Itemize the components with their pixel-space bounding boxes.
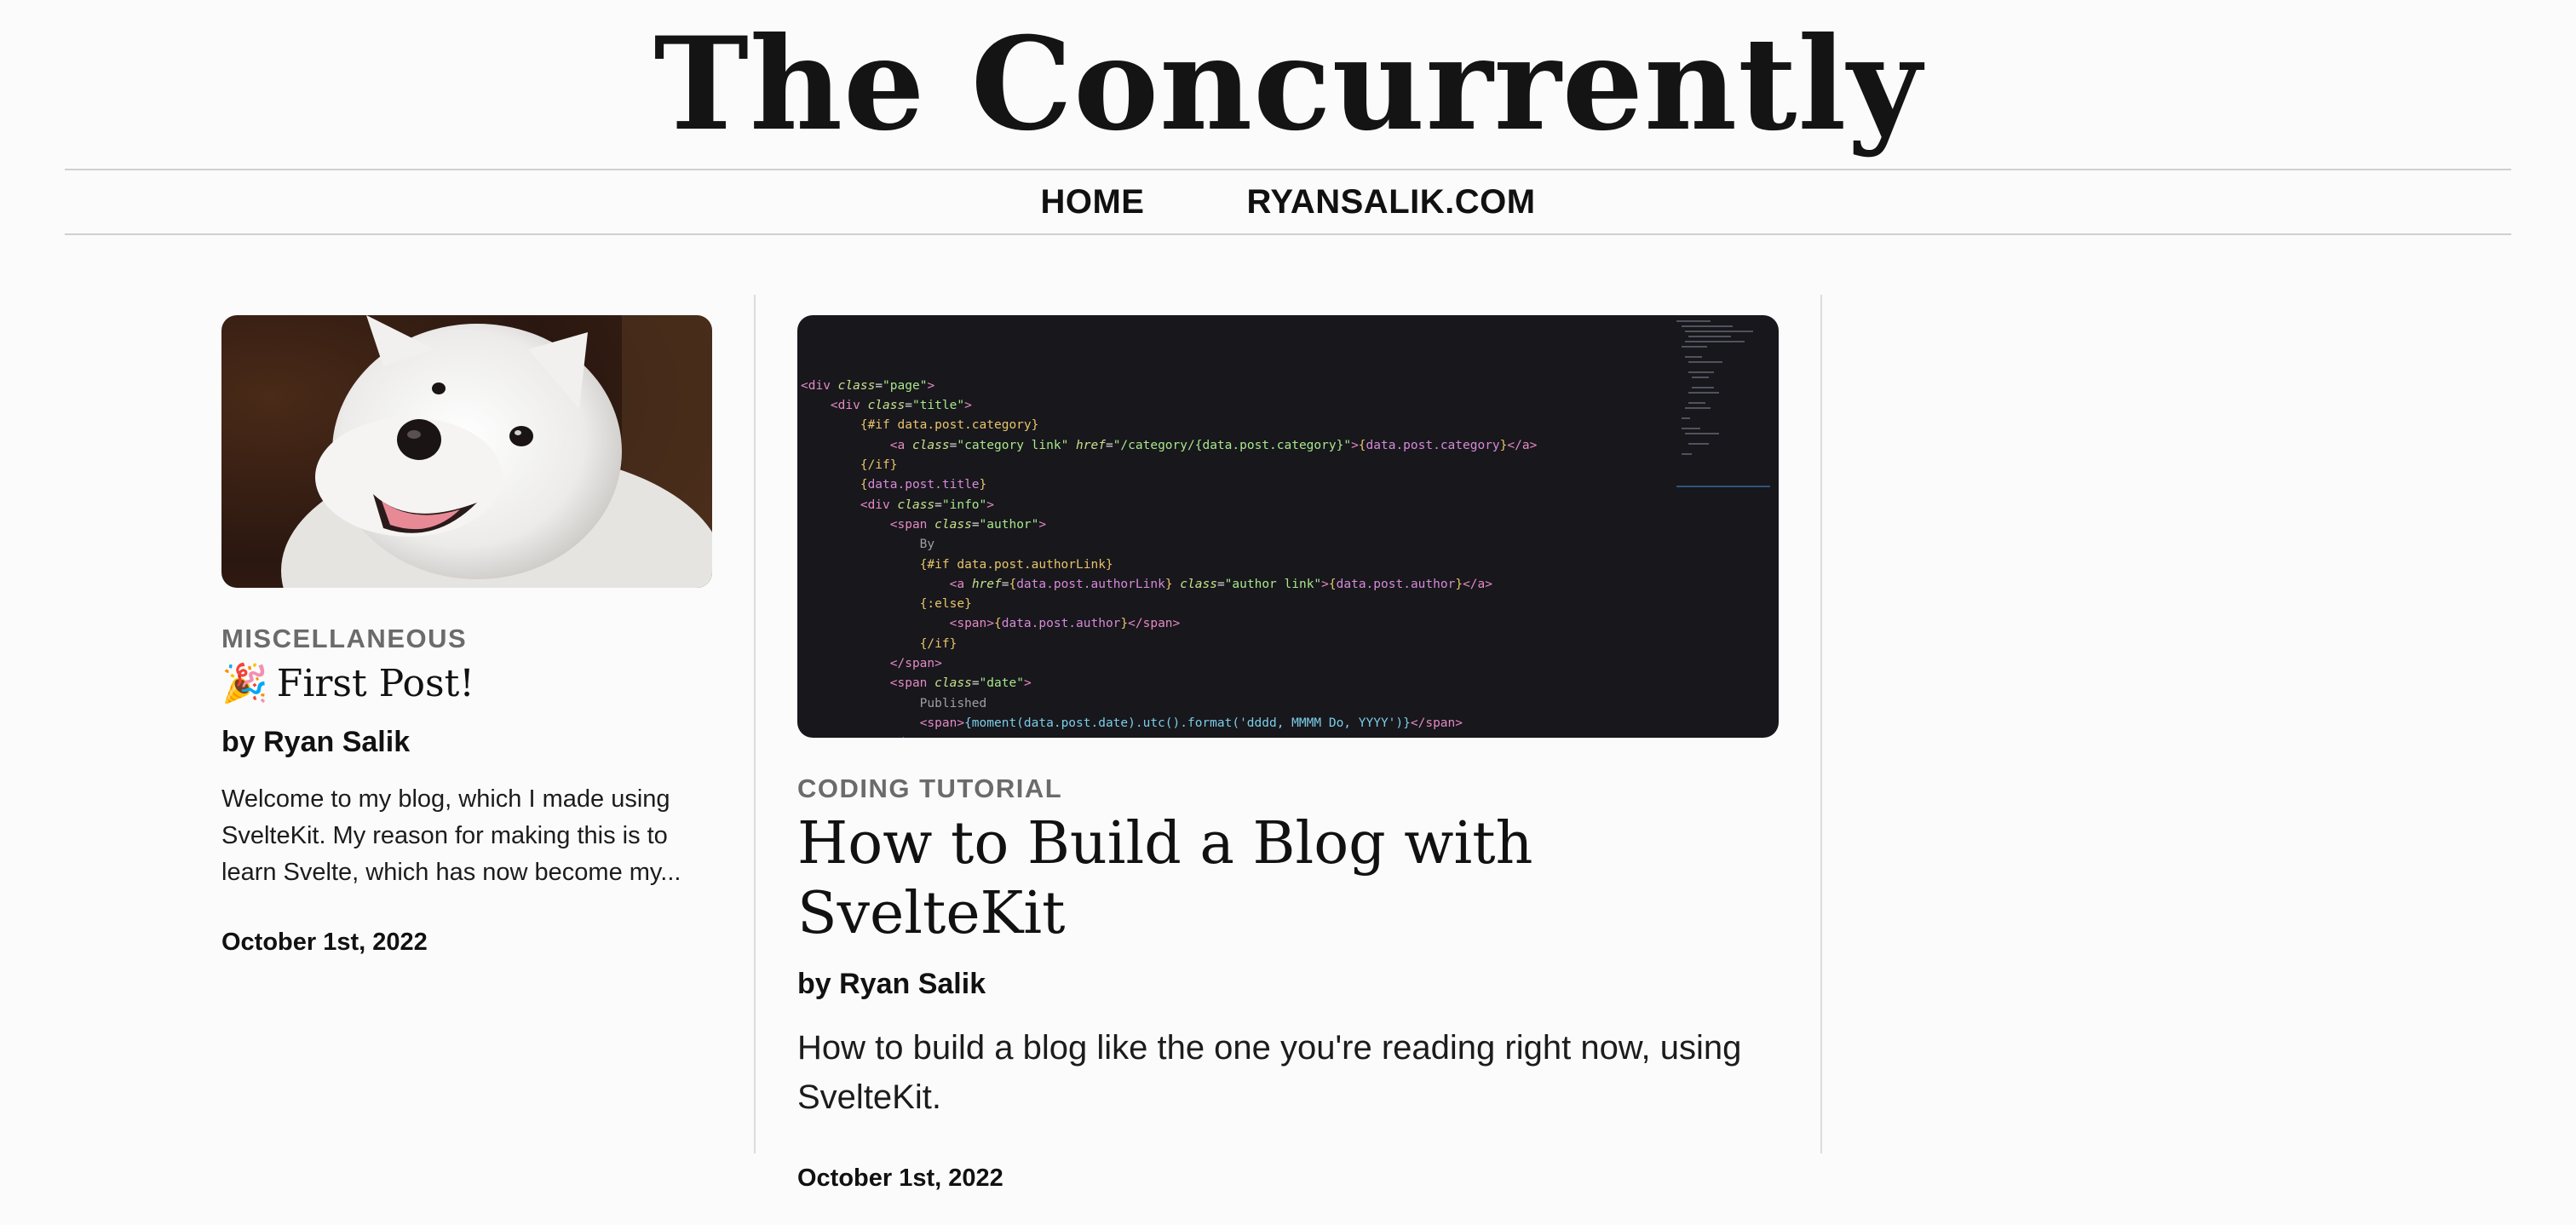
code-line: <div class="title"> [830, 399, 972, 413]
post-date: October 1st, 2022 [797, 1165, 1003, 1192]
post-title-text: First Post! [276, 662, 474, 705]
code-line: <div class="page"> [801, 378, 935, 393]
nav-ryansalik-link[interactable]: RYANSALIK.COM [1246, 183, 1535, 221]
post-card-sveltekit-blog[interactable]: <div class="page"> <div class="title"> {… [797, 315, 1779, 1193]
post-title[interactable]: How to Build a Blog with SvelteKit [797, 809, 1779, 949]
post-author: by Ryan Salik [797, 968, 986, 1000]
post-date: October 1st, 2022 [221, 929, 428, 956]
code-line: {:else} [919, 597, 972, 612]
post-card-first-post[interactable]: MISCELLANEOUS 🎉 First Post! by Ryan Sali… [221, 315, 712, 957]
post-thumbnail-dog-photo[interactable] [221, 315, 712, 588]
post-category[interactable]: MISCELLANEOUS [221, 624, 712, 654]
code-line: <div class="info"> [860, 497, 995, 512]
post-excerpt: How to build a blog like the one you're … [797, 1029, 1742, 1116]
code-line: {data.post.title} [860, 478, 987, 492]
nav-home-link[interactable]: HOME [1040, 183, 1144, 221]
post-thumbnail-code-screenshot[interactable]: <div class="page"> <div class="title"> {… [797, 315, 1779, 738]
code-line: </span> [889, 657, 942, 671]
header-rule-bottom [65, 233, 2511, 235]
code-line: {#if data.post.authorLink} [919, 557, 1113, 572]
site-title[interactable]: The Concurrently [0, 12, 2576, 157]
code-line: </span> [801, 733, 1779, 738]
code-minimap [1676, 320, 1770, 487]
code-line: Published [801, 696, 987, 710]
code-line: {/if} [919, 636, 957, 651]
post-author: by Ryan Salik [221, 726, 411, 758]
code-line: <span class="author"> [889, 517, 1047, 532]
party-popper-icon: 🎉 [221, 662, 268, 705]
main-nav: HOME RYANSALIK.COM [0, 170, 2576, 233]
code-line: <a href={data.post.authorLink} class="au… [949, 577, 1492, 591]
column-divider [1820, 295, 1822, 1153]
code-line: {/if} [860, 458, 898, 473]
post-category[interactable]: CODING TUTORIAL [797, 774, 1779, 804]
dog-photo-image [221, 315, 712, 588]
code-line: <span>{data.post.author}</span> [949, 617, 1181, 631]
code-line: <span class="date"> [889, 676, 1032, 691]
code-line: {#if data.post.category} [860, 418, 1039, 433]
code-line: By [801, 538, 935, 552]
post-title[interactable]: 🎉 First Post! [221, 659, 712, 709]
code-line: <a class="category link" href="/category… [889, 438, 1538, 452]
code-screenshot-image: <div class="page"> <div class="title"> {… [797, 315, 1779, 738]
post-excerpt: Welcome to my blog, which I made using S… [221, 785, 681, 886]
code-line: <span>{moment(data.post.date).utc().form… [919, 716, 1463, 730]
column-divider [754, 295, 756, 1153]
